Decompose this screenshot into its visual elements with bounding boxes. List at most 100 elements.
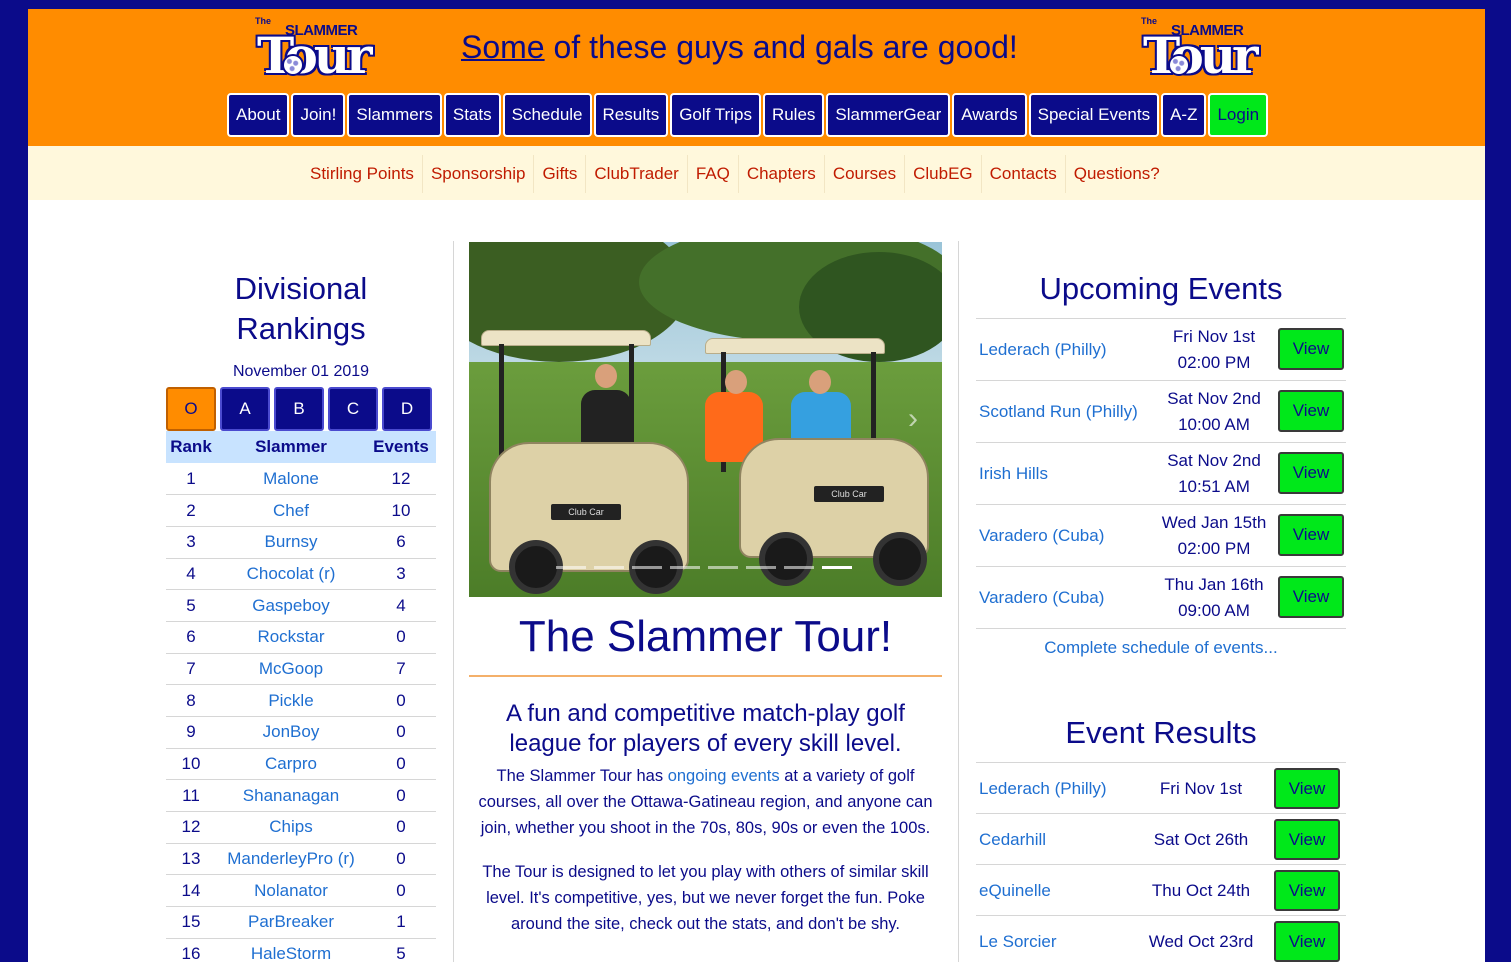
subnav-stirling-points-link[interactable]: Stirling Points (302, 155, 423, 193)
carousel-indicator[interactable] (632, 566, 662, 569)
view-result-button[interactable]: View (1274, 819, 1340, 860)
result-name-link[interactable]: eQuinelle (979, 865, 1051, 916)
event-datetime: Fri Nov 1st 02:00 PM (1154, 324, 1274, 376)
table-row: 7 McGoop 7 (166, 653, 436, 686)
slammer-link[interactable]: McGoop (216, 653, 366, 686)
subnav-clubeg-link[interactable]: ClubEG (905, 155, 982, 193)
event-name-link[interactable]: Lederach (Philly) (979, 319, 1107, 381)
site-logo-right[interactable]: The SLAMMER Tour (1141, 16, 1258, 85)
nav-join-button[interactable]: Join! (291, 93, 346, 137)
chevron-right-icon[interactable]: › (908, 402, 918, 436)
tagline-link[interactable]: Some (461, 29, 545, 65)
subnav-sponsorship-link[interactable]: Sponsorship (423, 155, 535, 193)
result-name-link[interactable]: Cedarhill (979, 814, 1046, 865)
carousel-indicator[interactable] (746, 566, 776, 569)
event-name-link[interactable]: Varadero (Cuba) (979, 567, 1104, 629)
slammer-link[interactable]: ParBreaker (216, 906, 366, 939)
view-event-button[interactable]: View (1278, 452, 1344, 494)
slammer-link[interactable]: Burnsy (216, 526, 366, 559)
rank-cell: 6 (166, 621, 216, 654)
site-logo-left[interactable]: The SLAMMER Tour (255, 16, 372, 85)
slammer-link[interactable]: HaleStorm (216, 938, 366, 962)
event-date: Sat Nov 2nd (1167, 451, 1261, 470)
rank-cell: 2 (166, 494, 216, 527)
nav-awards-button[interactable]: Awards (952, 93, 1027, 137)
slammer-link[interactable]: Chef (216, 494, 366, 527)
event-name-link[interactable]: Irish Hills (979, 443, 1048, 505)
event-name-link[interactable]: Scotland Run (Philly) (979, 381, 1138, 443)
nav-slammers-button[interactable]: Slammers (347, 93, 442, 137)
slammer-link[interactable]: Pickle (216, 684, 366, 717)
ongoing-events-link[interactable]: ongoing events (668, 767, 780, 785)
division-tab-o[interactable]: O (166, 387, 216, 431)
view-result-button[interactable]: View (1274, 921, 1340, 962)
events-cell: 0 (366, 621, 436, 654)
nav-schedule-button[interactable]: Schedule (502, 93, 592, 137)
view-event-button[interactable]: View (1278, 514, 1344, 556)
subnav-faq-link[interactable]: FAQ (688, 155, 739, 193)
subnav-chapters-link[interactable]: Chapters (739, 155, 825, 193)
table-row: 11 Shananagan 0 (166, 779, 436, 813)
event-date: Fri Nov 1st (1172, 327, 1256, 346)
nav-login-button[interactable]: Login (1208, 93, 1269, 137)
rank-cell: 4 (166, 558, 216, 591)
subnav-gifts-link[interactable]: Gifts (534, 155, 587, 193)
slammer-link[interactable]: Shananagan (216, 779, 366, 813)
col-events: Events (366, 431, 436, 463)
nav-golf-trips-button[interactable]: Golf Trips (670, 93, 761, 137)
view-event-button[interactable]: View (1278, 390, 1344, 432)
carousel-indicator[interactable] (594, 566, 624, 569)
carousel-indicator[interactable] (822, 566, 852, 569)
result-name-link[interactable]: Le Sorcier (979, 916, 1056, 962)
nav-rules-button[interactable]: Rules (762, 93, 825, 137)
table-row: 10 Carpro 0 (166, 748, 436, 781)
nav-about-button[interactable]: About (227, 93, 290, 137)
event-name-link[interactable]: Varadero (Cuba) (979, 505, 1104, 567)
view-result-button[interactable]: View (1274, 870, 1340, 911)
col-slammer: Slammer (216, 431, 366, 463)
subnav-contacts-link[interactable]: Contacts (982, 155, 1066, 193)
division-tab-b[interactable]: B (274, 387, 324, 431)
event-date: Thu Jan 16th (1164, 575, 1264, 594)
rank-cell: 10 (166, 748, 216, 781)
complete-schedule-link[interactable]: Complete schedule of events... (976, 637, 1346, 659)
subnav-courses-link[interactable]: Courses (825, 155, 906, 193)
nav-results-button[interactable]: Results (593, 93, 669, 137)
list-item: Le Sorcier Wed Oct 23rd View (976, 916, 1346, 962)
events-cell: 7 (366, 653, 436, 686)
photo-carousel[interactable]: Club Car Club Car › (469, 242, 942, 597)
slammer-link[interactable]: Malone (216, 463, 366, 496)
view-event-button[interactable]: View (1278, 576, 1344, 618)
slammer-link[interactable]: Gaspeboy (216, 589, 366, 622)
subnav-clubtrader-link[interactable]: ClubTrader (586, 155, 688, 193)
carousel-indicator[interactable] (708, 566, 738, 569)
result-name-link[interactable]: Lederach (Philly) (979, 763, 1107, 814)
slammer-link[interactable]: ManderleyPro (r) (216, 843, 366, 876)
view-event-button[interactable]: View (1278, 328, 1344, 370)
events-cell: 10 (366, 494, 436, 527)
slammer-link[interactable]: Nolanator (216, 874, 366, 908)
intro-paragraph-2: The Tour is designed to let you play wit… (482, 863, 929, 933)
slammer-link[interactable]: Chocolat (r) (216, 558, 366, 591)
divisional-rankings: Divisional Rankings November 01 2019 OABC… (166, 269, 436, 962)
slammer-link[interactable]: JonBoy (216, 716, 366, 749)
view-result-button[interactable]: View (1274, 768, 1340, 809)
division-tab-c[interactable]: C (328, 387, 378, 431)
carousel-indicator[interactable] (784, 566, 814, 569)
nav-slammergear-button[interactable]: SlammerGear (826, 93, 951, 137)
events-cell: 4 (366, 589, 436, 622)
slammer-link[interactable]: Rockstar (216, 621, 366, 654)
nav-special-events-button[interactable]: Special Events (1028, 93, 1160, 137)
slammer-link[interactable]: Chips (216, 811, 366, 844)
division-tab-d[interactable]: D (382, 387, 432, 431)
carousel-indicator[interactable] (556, 566, 586, 569)
nav-stats-button[interactable]: Stats (443, 93, 501, 137)
site-tagline: Some of these guys and gals are good! (461, 29, 1018, 66)
nav-a-z-button[interactable]: A-Z (1161, 93, 1207, 137)
subnav-questions-link[interactable]: Questions? (1066, 155, 1168, 193)
division-tab-a[interactable]: A (220, 387, 270, 431)
carousel-indicator[interactable] (670, 566, 700, 569)
slammer-link[interactable]: Carpro (216, 748, 366, 781)
golf-ball-icon (1168, 54, 1190, 76)
events-cell: 3 (366, 558, 436, 591)
